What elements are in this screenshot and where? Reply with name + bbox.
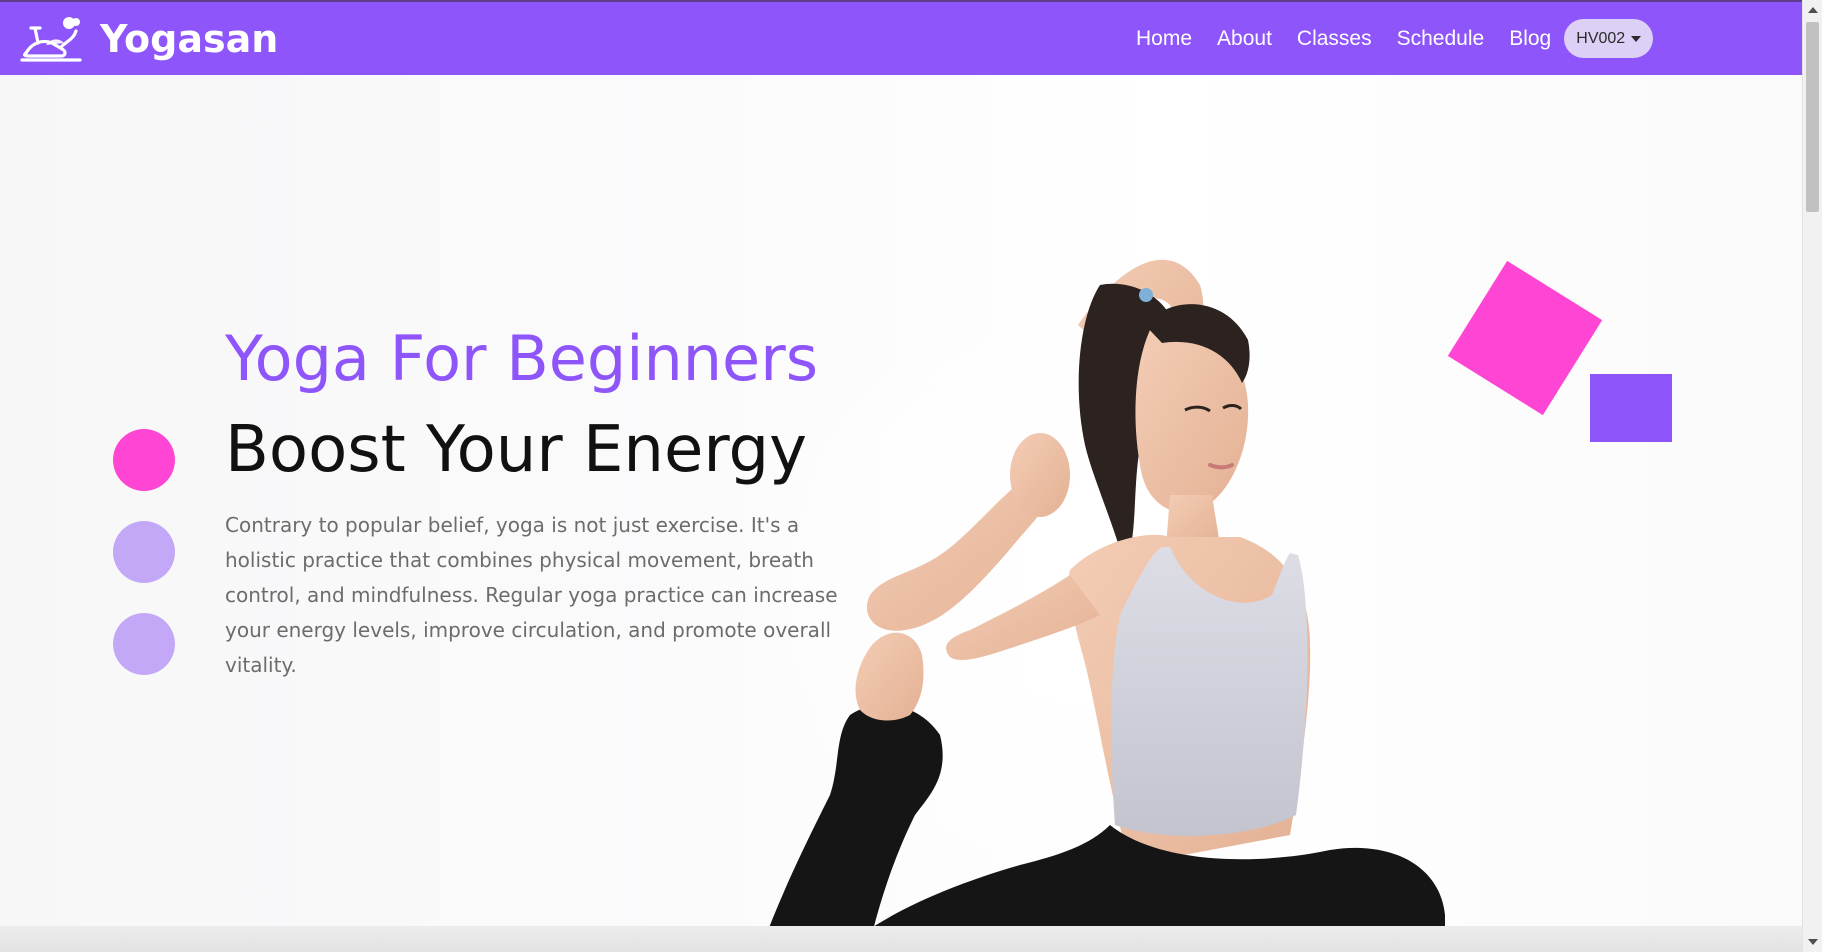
slider-dot-2[interactable]: [113, 521, 175, 583]
nav-item-home[interactable]: Home: [1136, 27, 1192, 51]
scroll-up-arrow-icon[interactable]: [1808, 7, 1818, 13]
slider-dot-3[interactable]: [113, 613, 175, 675]
hero-headline: Boost Your Energy: [225, 413, 808, 488]
page-scrollbar[interactable]: [1802, 0, 1822, 952]
caret-down-icon: [1631, 35, 1642, 42]
language-select-value: HV002: [1576, 29, 1626, 47]
nav-item-schedule[interactable]: Schedule: [1397, 27, 1485, 51]
brand-link[interactable]: Yogasan: [18, 12, 278, 66]
nav-item-about[interactable]: About: [1217, 27, 1272, 51]
hero-description: Contrary to popular belief, yoga is not …: [225, 512, 838, 677]
top-navbar: Yogasan Home About Classes Schedule Blog…: [0, 0, 1802, 75]
language-select[interactable]: HV002: [1564, 19, 1654, 58]
floor-strip: [0, 926, 1802, 952]
hero-copy: Yoga For Beginners Boost Your Energy Con…: [225, 322, 875, 683]
yoga-mat-logo-icon: [18, 13, 84, 65]
scrollbar-thumb[interactable]: [1806, 22, 1819, 212]
slider-dots: [113, 429, 175, 705]
scroll-down-arrow-icon[interactable]: [1808, 939, 1818, 945]
brand-name: Yogasan: [100, 17, 279, 61]
nav-menu: Home About Classes Schedule Blog HV002: [1136, 2, 1654, 75]
page: Yogasan Home About Classes Schedule Blog…: [0, 0, 1822, 952]
nav-item-classes[interactable]: Classes: [1297, 27, 1372, 51]
nav-item-blog[interactable]: Blog: [1509, 27, 1551, 51]
slider-dot-1-active[interactable]: [113, 429, 175, 491]
decorative-purple-square: [1590, 374, 1672, 442]
hero-kicker: Yoga For Beginners: [225, 322, 818, 395]
hero-section: Yoga For Beginners Boost Your Energy Con…: [0, 75, 1802, 952]
